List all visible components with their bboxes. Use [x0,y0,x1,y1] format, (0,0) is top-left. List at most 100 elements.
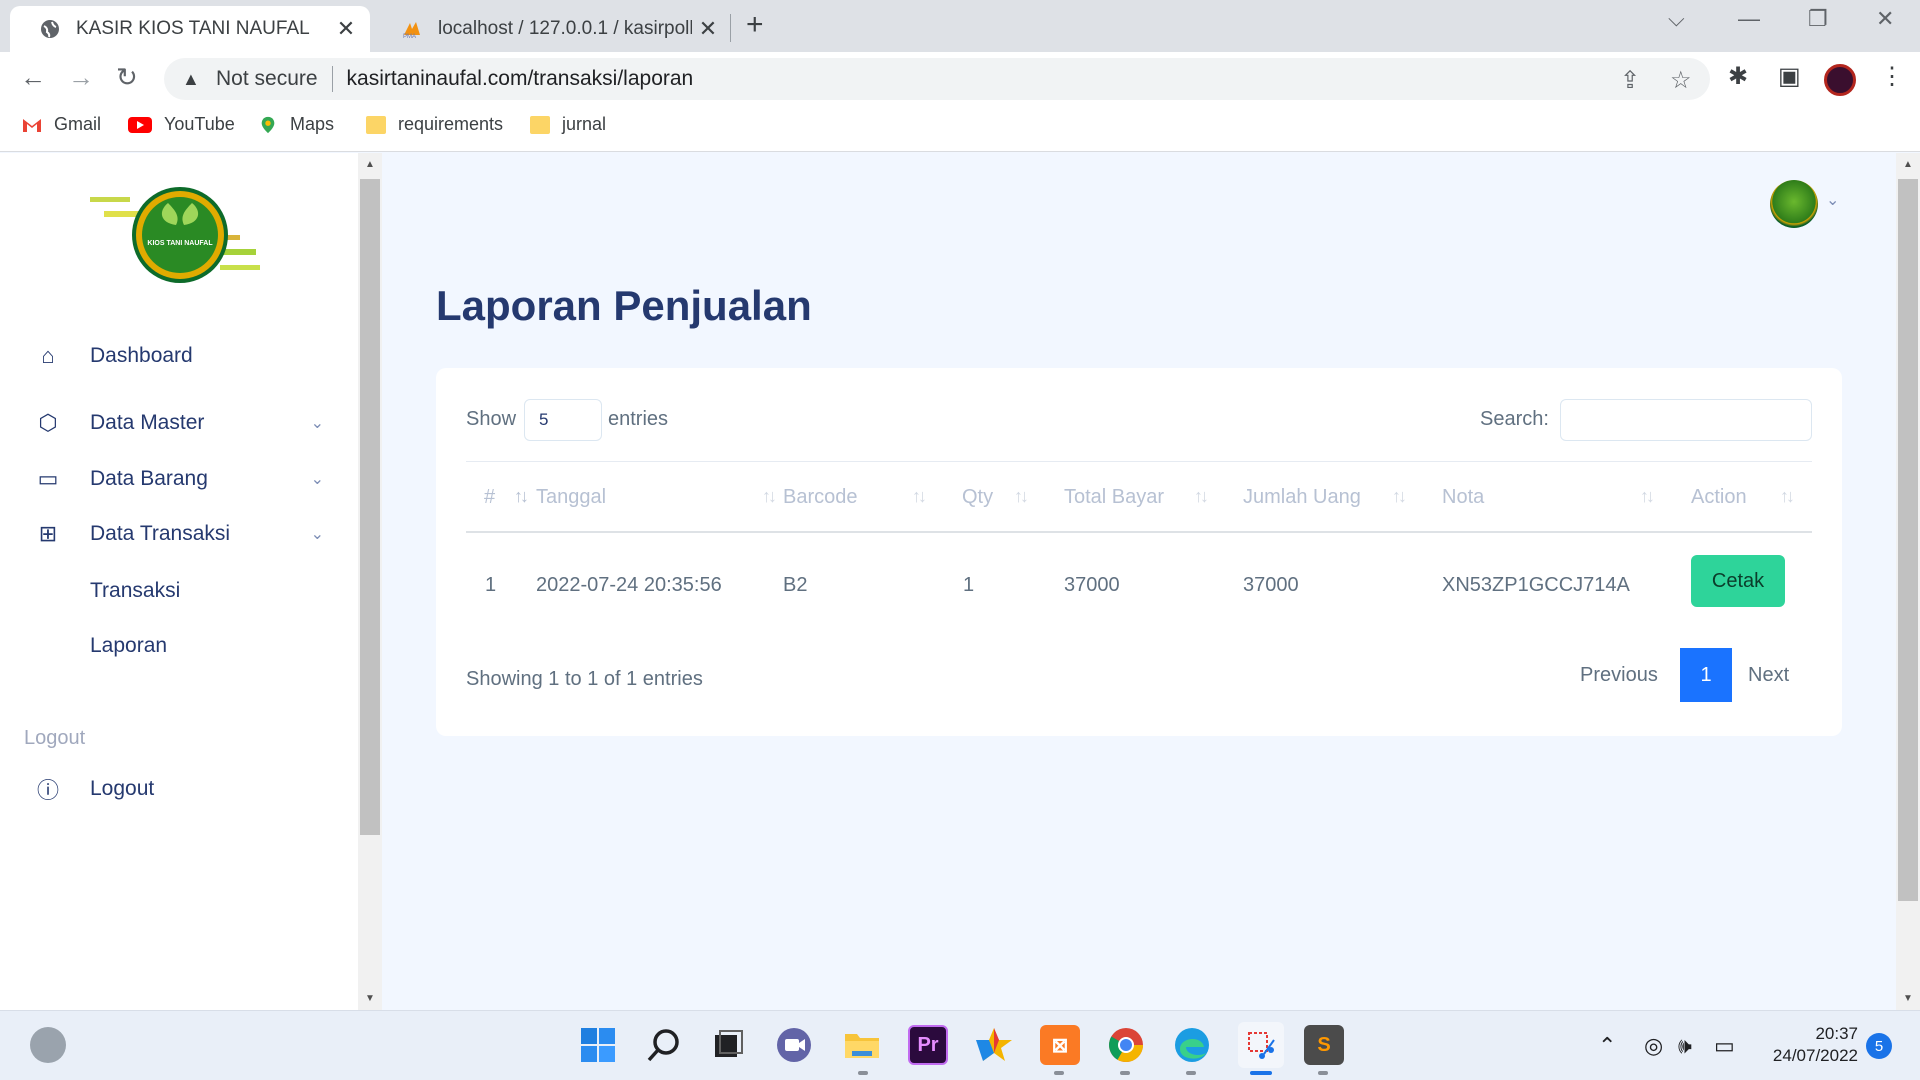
column-header-total-bayar[interactable]: Total Bayar [1064,486,1164,509]
file-explorer-icon[interactable] [842,1025,882,1065]
globe-icon [41,20,59,38]
scissors-icon [1248,1032,1275,1059]
address-bar[interactable]: ▲ Not secure kasirtaninaufal.com/transak… [164,58,1710,100]
sort-icon[interactable]: ↑↓ [912,486,927,507]
warning-triangle-icon[interactable]: ▲ [182,69,202,89]
teams-chat-icon[interactable] [774,1025,814,1065]
chrome-icon[interactable] [1106,1025,1146,1065]
sidebar-scroll-thumb[interactable] [360,179,380,835]
bookmark-maps[interactable]: Maps [258,114,334,135]
pagination-page-1[interactable]: 1 [1680,648,1732,702]
bookmark-youtube[interactable]: YouTube [128,114,235,135]
share-icon[interactable]: ⇪ [1620,66,1640,95]
sidebar-item-label: Data Transaksi [90,522,231,545]
bookmark-jurnal[interactable]: jurnal [530,114,606,135]
svg-text:PMA: PMA [403,34,416,39]
scroll-up-arrow-icon[interactable]: ▲ [1896,159,1920,170]
sublime-text-icon[interactable]: S [1304,1025,1344,1065]
forward-arrow-icon[interactable]: → [68,62,94,93]
sidebar-item-data-master[interactable]: ⬡ Data Master ⌄ [34,410,324,436]
page-scroll-thumb[interactable] [1898,179,1918,901]
tab-separator [730,14,731,42]
system-clock[interactable]: 20:37 24/07/2022 [1752,1023,1858,1067]
close-tab-icon[interactable]: ✕ [698,16,718,42]
sort-icon[interactable]: ↑↓ [514,486,529,507]
sort-icon[interactable]: ↑↓ [1780,486,1795,507]
sort-icon[interactable]: ↑↓ [762,486,777,507]
tab-title: KASIR KIOS TANI NAUFAL [76,18,310,39]
sort-icon[interactable]: ↑↓ [1392,486,1407,507]
column-header-jumlah-uang[interactable]: Jumlah Uang [1243,486,1361,509]
cetak-button[interactable]: Cetak [1691,555,1785,607]
speaker-icon[interactable]: 🕪 [1678,1033,1692,1059]
star-bookmark-icon[interactable]: ☆ [1670,66,1692,95]
user-avatar[interactable] [1770,180,1818,228]
search-label: Search: [1480,408,1549,430]
task-view-icon[interactable] [708,1025,748,1065]
minimize-button[interactable]: — [1738,6,1760,32]
bookmark-gmail[interactable]: Gmail [22,114,101,135]
sidebar-item-data-barang[interactable]: ▭ Data Barang ⌄ [34,466,324,492]
tab-title: localhost / 127.0.0.1 / kasirpolkam [438,18,692,39]
entries-per-page-select[interactable]: 5 [524,399,602,441]
snipping-tool-icon[interactable] [1238,1022,1284,1068]
chevron-down-icon[interactable]: ⌄ [1826,190,1839,210]
sidebar-item-logout[interactable]: ⓘ Logout [34,773,324,805]
restore-button[interactable]: ❐ [1808,6,1828,32]
taskbar: Pr ⊠ S ⌃ ◎ 🕪 ▭ 20:37 24/07/2022 5 [0,1010,1920,1080]
page-scrollbar[interactable]: ▲ ▼ [1896,153,1920,1010]
back-arrow-icon[interactable]: ← [20,62,46,93]
column-header-barcode[interactable]: Barcode [783,486,858,509]
logo[interactable]: KIOS TANI NAUFAL [80,183,280,293]
sidebar-item-label: Dashboard [90,344,193,367]
scroll-down-arrow-icon[interactable]: ▼ [1896,993,1920,1004]
close-tab-icon[interactable]: ✕ [336,16,356,42]
table-top-border [466,461,1812,462]
chevron-up-icon[interactable]: ⌃ [1598,1033,1616,1059]
table-info: Showing 1 to 1 of 1 entries [466,668,703,690]
column-header-tanggal[interactable]: Tanggal [536,486,606,509]
new-tab-button[interactable]: + [746,8,764,42]
url-text[interactable]: kasirtaninaufal.com/transaksi/laporan [347,67,694,91]
scroll-up-arrow-icon[interactable]: ▲ [358,159,382,170]
column-header-qty[interactable]: Qty [962,486,993,509]
star-app-icon[interactable] [974,1025,1014,1065]
more-menu-icon[interactable]: ⋮ [1880,62,1904,91]
sort-icon[interactable]: ↑↓ [1194,486,1209,507]
tab-phpmyadmin[interactable]: PMA localhost / 127.0.0.1 / kasirpolkam … [372,6,732,52]
pagination-previous[interactable]: Previous [1580,664,1658,687]
column-header-nota[interactable]: Nota [1442,486,1484,509]
side-panel-icon[interactable]: ▣ [1778,62,1801,91]
profile-avatar[interactable] [1824,64,1856,96]
submenu-laporan[interactable]: Laporan [90,634,167,658]
edge-icon[interactable] [1172,1025,1212,1065]
pagination-next[interactable]: Next [1748,664,1789,687]
premiere-pro-icon[interactable]: Pr [908,1025,948,1065]
xampp-icon[interactable]: ⊠ [1040,1025,1080,1065]
globe-network-icon[interactable]: ◎ [1644,1033,1663,1059]
bookmark-requirements[interactable]: requirements [366,114,503,135]
scroll-down-arrow-icon[interactable]: ▼ [358,993,382,1004]
sidebar-item-dashboard[interactable]: ⌂ Dashboard [34,343,324,369]
chevron-down-icon: ⌄ [310,471,324,488]
windows-start-icon[interactable] [578,1025,618,1065]
submenu-transaksi[interactable]: Transaksi [90,579,180,603]
search-input[interactable] [1560,399,1812,441]
sidebar-scrollbar[interactable]: ▲ ▼ [358,153,382,1010]
battery-icon[interactable]: ▭ [1714,1033,1735,1059]
extensions-puzzle-icon[interactable]: ✱ [1728,62,1748,91]
sort-icon[interactable]: ↑↓ [1640,486,1655,507]
sidebar-item-data-transaksi[interactable]: ⊞ Data Transaksi ⌄ [34,521,324,547]
search-icon[interactable] [644,1025,684,1065]
weather-icon[interactable] [30,1027,66,1063]
reload-icon[interactable]: ↻ [116,62,138,93]
column-header-no[interactable]: # [484,486,495,509]
close-window-button[interactable]: ✕ [1876,6,1894,32]
column-header-action[interactable]: Action [1691,486,1747,509]
tab-search-chevron-icon[interactable]: ⌵ [1668,6,1685,32]
notification-badge[interactable]: 5 [1866,1033,1892,1059]
sort-icon[interactable]: ↑↓ [1014,486,1029,507]
tab-kasir[interactable]: KASIR KIOS TANI NAUFAL ✕ [10,6,370,52]
security-status[interactable]: Not secure [216,67,318,91]
bookmark-label: requirements [398,114,504,134]
